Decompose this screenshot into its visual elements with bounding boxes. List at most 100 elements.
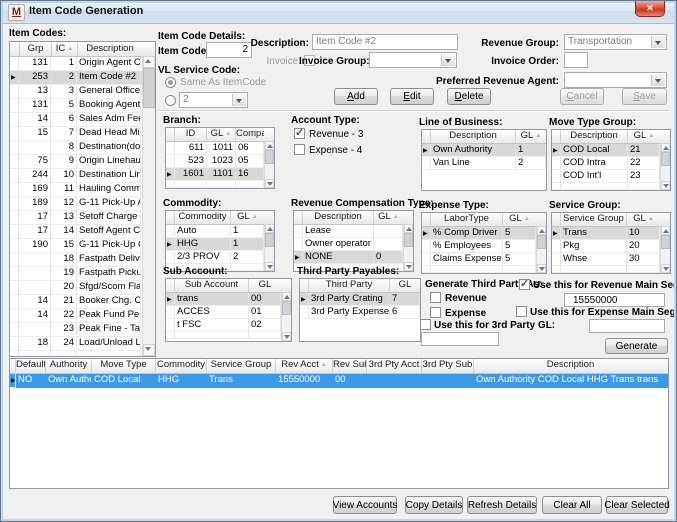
- third-party-row[interactable]: 3rd Party Expense 6: [300, 306, 420, 319]
- title-bar[interactable]: M Item Code Generation: [1, 1, 676, 24]
- scroll-up-icon[interactable]: [143, 56, 155, 68]
- scrollbar-thumb[interactable]: [404, 233, 413, 247]
- branch-row[interactable]: 611 1011 06: [166, 142, 274, 155]
- expense-main-segment-input[interactable]: [589, 319, 665, 333]
- generate-revenue-checkbox[interactable]: [430, 292, 441, 303]
- item-code-row[interactable]: 17 14 Setoff Agent Com: [10, 225, 155, 239]
- clear-all-button[interactable]: Clear All: [542, 496, 602, 514]
- vl-code-radio[interactable]: [165, 95, 176, 106]
- edit-button[interactable]: Edit: [390, 88, 434, 105]
- sub-account-row[interactable]: [166, 332, 291, 339]
- expense-type-row[interactable]: % Employees 5: [422, 240, 546, 253]
- scroll-down-icon[interactable]: [537, 264, 546, 273]
- save-button[interactable]: Save: [622, 88, 667, 105]
- item-code-row[interactable]: 131 5 Booking Agent C: [10, 99, 155, 113]
- column-header-gl[interactable]: GL: [628, 130, 660, 143]
- item-code-row[interactable]: 189 12 G-11 Pick-Up Ag: [10, 197, 155, 211]
- invoice-order-input[interactable]: [564, 52, 588, 68]
- column-header-3rd-pty-sub[interactable]: 3rd Pty Sub: [422, 359, 474, 373]
- use-3rd-party-gl-checkbox[interactable]: [420, 319, 431, 330]
- copy-details-button[interactable]: Copy Details: [405, 496, 463, 514]
- column-header-description[interactable]: Description: [303, 211, 374, 224]
- column-header-ic[interactable]: IC: [52, 42, 78, 56]
- scrollbar-thumb[interactable]: [143, 68, 155, 108]
- column-header-description[interactable]: Description: [561, 130, 628, 143]
- clear-selected-button[interactable]: Clear Selected: [606, 496, 668, 514]
- item-code-row[interactable]: 14 22 Peak Fund Perce: [10, 309, 155, 323]
- column-header-gl[interactable]: GL: [231, 211, 264, 224]
- revenue-compensation-row[interactable]: NONE 0: [294, 251, 413, 264]
- service-group-row[interactable]: Whse 30: [552, 253, 670, 266]
- invoice-group-dropdown[interactable]: [369, 52, 457, 68]
- item-code-row[interactable]: 244 10 Destination Lineh: [10, 169, 155, 183]
- branch-row[interactable]: 1601 1101 16: [166, 168, 274, 181]
- dropdown-arrow-icon[interactable]: [232, 94, 246, 106]
- description-input[interactable]: Item Code #2: [312, 34, 458, 50]
- scroll-down-icon[interactable]: [265, 179, 274, 188]
- third-party-row[interactable]: 3rd Party Crating 7: [300, 293, 420, 306]
- revenue-3-checkbox[interactable]: [294, 128, 305, 139]
- scroll-down-icon[interactable]: [265, 262, 274, 271]
- column-header-3rd-pty-acct[interactable]: 3rd Pty Acct: [367, 359, 422, 373]
- expense-type-row[interactable]: % Comp Driver 5: [422, 227, 546, 240]
- column-header-rev-sub[interactable]: Rev Sub: [333, 359, 367, 373]
- expense-type-row[interactable]: [422, 266, 546, 273]
- column-header-service-group[interactable]: Service Group: [207, 359, 276, 373]
- item-code-row[interactable]: 19 Fastpath Pickup I: [10, 267, 155, 281]
- revenue-compensation-row[interactable]: Lease: [294, 225, 413, 238]
- dropdown-arrow-icon[interactable]: [441, 54, 455, 66]
- column-header-service-group[interactable]: Service Group: [561, 213, 627, 226]
- branch-scrollbar[interactable]: [264, 141, 274, 188]
- sub-account-row[interactable]: t FSC 02: [166, 319, 291, 332]
- delete-button[interactable]: Delete: [447, 88, 491, 105]
- scroll-up-icon[interactable]: [661, 143, 670, 152]
- item-code-row[interactable]: [10, 351, 155, 357]
- item-code-row[interactable]: 190 15 G-11 Pick-Up Ch: [10, 239, 155, 253]
- column-header-company[interactable]: Company: [236, 128, 264, 141]
- move-type-group-row[interactable]: [552, 183, 670, 190]
- item-code-row[interactable]: 169 11 Hauling Commis: [10, 183, 155, 197]
- scroll-up-icon[interactable]: [537, 226, 546, 235]
- scrollbar-thumb[interactable]: [661, 152, 670, 166]
- scrollbar-thumb[interactable]: [661, 235, 670, 249]
- generate-button[interactable]: Generate: [605, 338, 668, 354]
- column-header-id[interactable]: ID: [175, 128, 207, 141]
- column-header-commodity[interactable]: Commodity: [175, 211, 231, 224]
- move-type-group-row[interactable]: COD Int'l 23: [552, 170, 670, 183]
- scroll-down-icon[interactable]: [282, 332, 291, 341]
- close-icon[interactable]: ✕: [635, 1, 665, 17]
- item-code-row[interactable]: 14 6 Sales Adm Fee: [10, 113, 155, 127]
- service-group-row[interactable]: Trans 10: [552, 227, 670, 240]
- column-header-labortype[interactable]: LaborType: [431, 213, 503, 226]
- sub-account-scrollbar[interactable]: [281, 292, 291, 341]
- revenue-group-dropdown[interactable]: Transportation: [564, 34, 667, 50]
- dropdown-arrow-icon[interactable]: [651, 74, 665, 86]
- column-header-description[interactable]: Description: [78, 42, 142, 56]
- expense-type-row[interactable]: Claims Expense 5: [422, 253, 546, 266]
- column-header-sub-account[interactable]: Sub Account: [175, 279, 249, 292]
- third-party-gl-input[interactable]: [421, 332, 499, 346]
- scroll-up-icon[interactable]: [265, 141, 274, 150]
- item-codes-scrollbar[interactable]: [142, 56, 155, 356]
- view-accounts-button[interactable]: View Accounts: [333, 496, 397, 514]
- service-group-scrollbar[interactable]: [660, 226, 670, 273]
- scrollbar-thumb[interactable]: [265, 150, 274, 164]
- item-code-row[interactable]: 15 7 Dead Head Milea: [10, 127, 155, 141]
- revenue-compensation-row[interactable]: Owner operator: [294, 238, 413, 251]
- column-header-gl[interactable]: GL: [374, 211, 403, 224]
- scroll-down-icon[interactable]: [404, 262, 413, 271]
- item-code-row[interactable]: 23 Peak Fine - Tag: [10, 323, 155, 337]
- scroll-up-icon[interactable]: [265, 224, 274, 233]
- scrollbar-thumb[interactable]: [265, 233, 274, 247]
- sub-account-row[interactable]: trans 00: [166, 293, 291, 306]
- item-code-row[interactable]: 14 21 Booker Chg. Cro: [10, 295, 155, 309]
- column-header-description[interactable]: Description: [431, 130, 516, 143]
- use-revenue-main-segment-checkbox[interactable]: [519, 279, 530, 290]
- item-code-row[interactable]: 18 24 Load/Unload Lea: [10, 337, 155, 351]
- scroll-up-icon[interactable]: [404, 224, 413, 233]
- add-button[interactable]: Add: [334, 88, 378, 105]
- sub-account-row[interactable]: ACCES 01: [166, 306, 291, 319]
- item-code-row[interactable]: 18 Fastpath Delivery: [10, 253, 155, 267]
- dropdown-arrow-icon[interactable]: [651, 36, 665, 48]
- move-type-group-row[interactable]: COD Intra 22: [552, 157, 670, 170]
